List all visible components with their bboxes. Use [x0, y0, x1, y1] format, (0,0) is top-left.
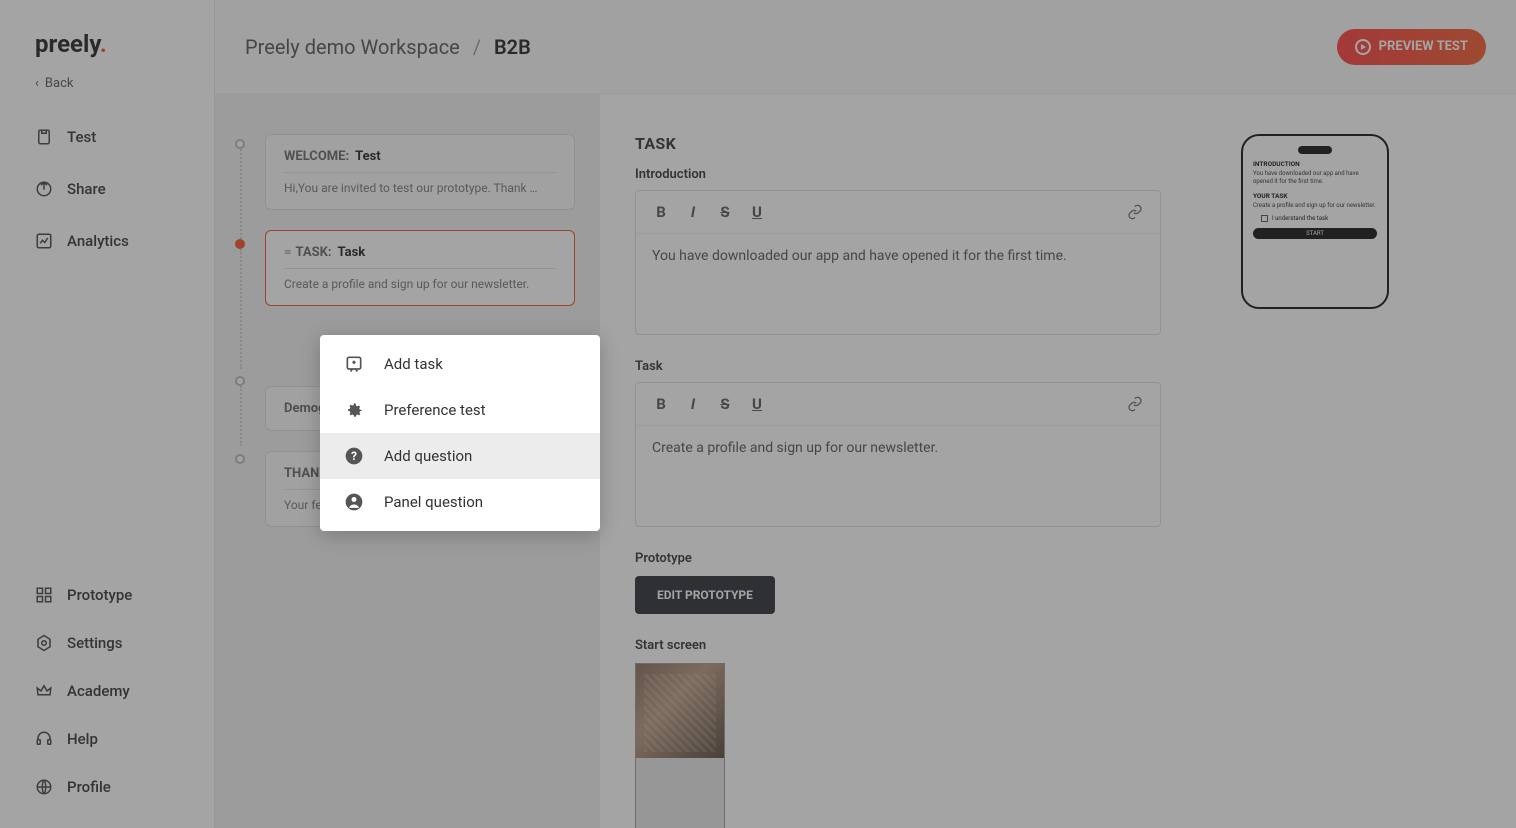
menu-add-task[interactable]: Add task — [320, 341, 600, 387]
svg-text:?: ? — [351, 449, 357, 463]
question-icon: ? — [344, 446, 364, 466]
gear-icon — [344, 400, 364, 420]
menu-label: Add task — [384, 355, 443, 373]
user-icon — [344, 492, 364, 512]
menu-panel-question[interactable]: Panel question — [320, 479, 600, 525]
menu-label: Add question — [384, 447, 472, 465]
modal-overlay[interactable] — [0, 0, 1516, 828]
menu-preference-test[interactable]: Preference test — [320, 387, 600, 433]
add-step-menu: Add task Preference test ? Add question … — [320, 335, 600, 531]
menu-label: Panel question — [384, 493, 483, 511]
menu-add-question[interactable]: ? Add question — [320, 433, 600, 479]
task-icon — [344, 354, 364, 374]
menu-label: Preference test — [384, 401, 486, 419]
